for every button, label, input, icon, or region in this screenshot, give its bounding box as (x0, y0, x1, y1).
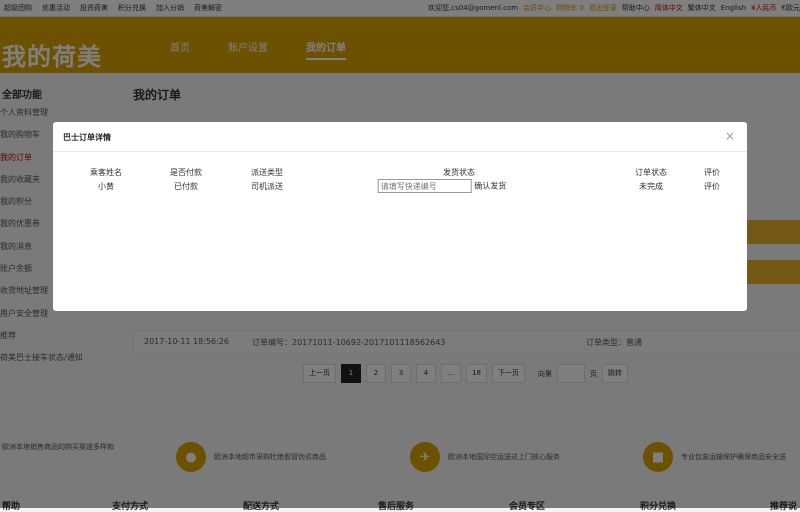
ship-status-cell: 确认发货 (377, 179, 506, 193)
col-header-delivery: 派送类型 (251, 168, 283, 177)
bus-order-detail-modal: 巴士订单详情 × 乘客姓名 是否付款 派送类型 发货状态 订单状态 评价 小黄 … (53, 122, 747, 311)
modal-title: 巴士订单详情 (63, 133, 111, 142)
order-status: 未完成 (639, 182, 663, 191)
tracking-number-input[interactable] (377, 179, 472, 193)
payment-status: 已付款 (174, 182, 198, 191)
confirm-ship-button[interactable]: 确认发货 (474, 182, 506, 191)
delivery-type: 司机派送 (251, 182, 283, 191)
col-header-ship-status: 发货状态 (443, 168, 475, 177)
col-header-name: 乘客姓名 (90, 168, 122, 177)
col-header-paid: 是否付款 (170, 168, 202, 177)
col-header-order-status: 订单状态 (635, 168, 667, 177)
close-icon[interactable]: × (725, 129, 735, 143)
col-header-review: 评价 (704, 168, 720, 177)
passenger-name: 小黄 (98, 182, 114, 191)
review-link[interactable]: 评价 (704, 181, 720, 192)
modal-header: 巴士订单详情 × (53, 122, 747, 152)
